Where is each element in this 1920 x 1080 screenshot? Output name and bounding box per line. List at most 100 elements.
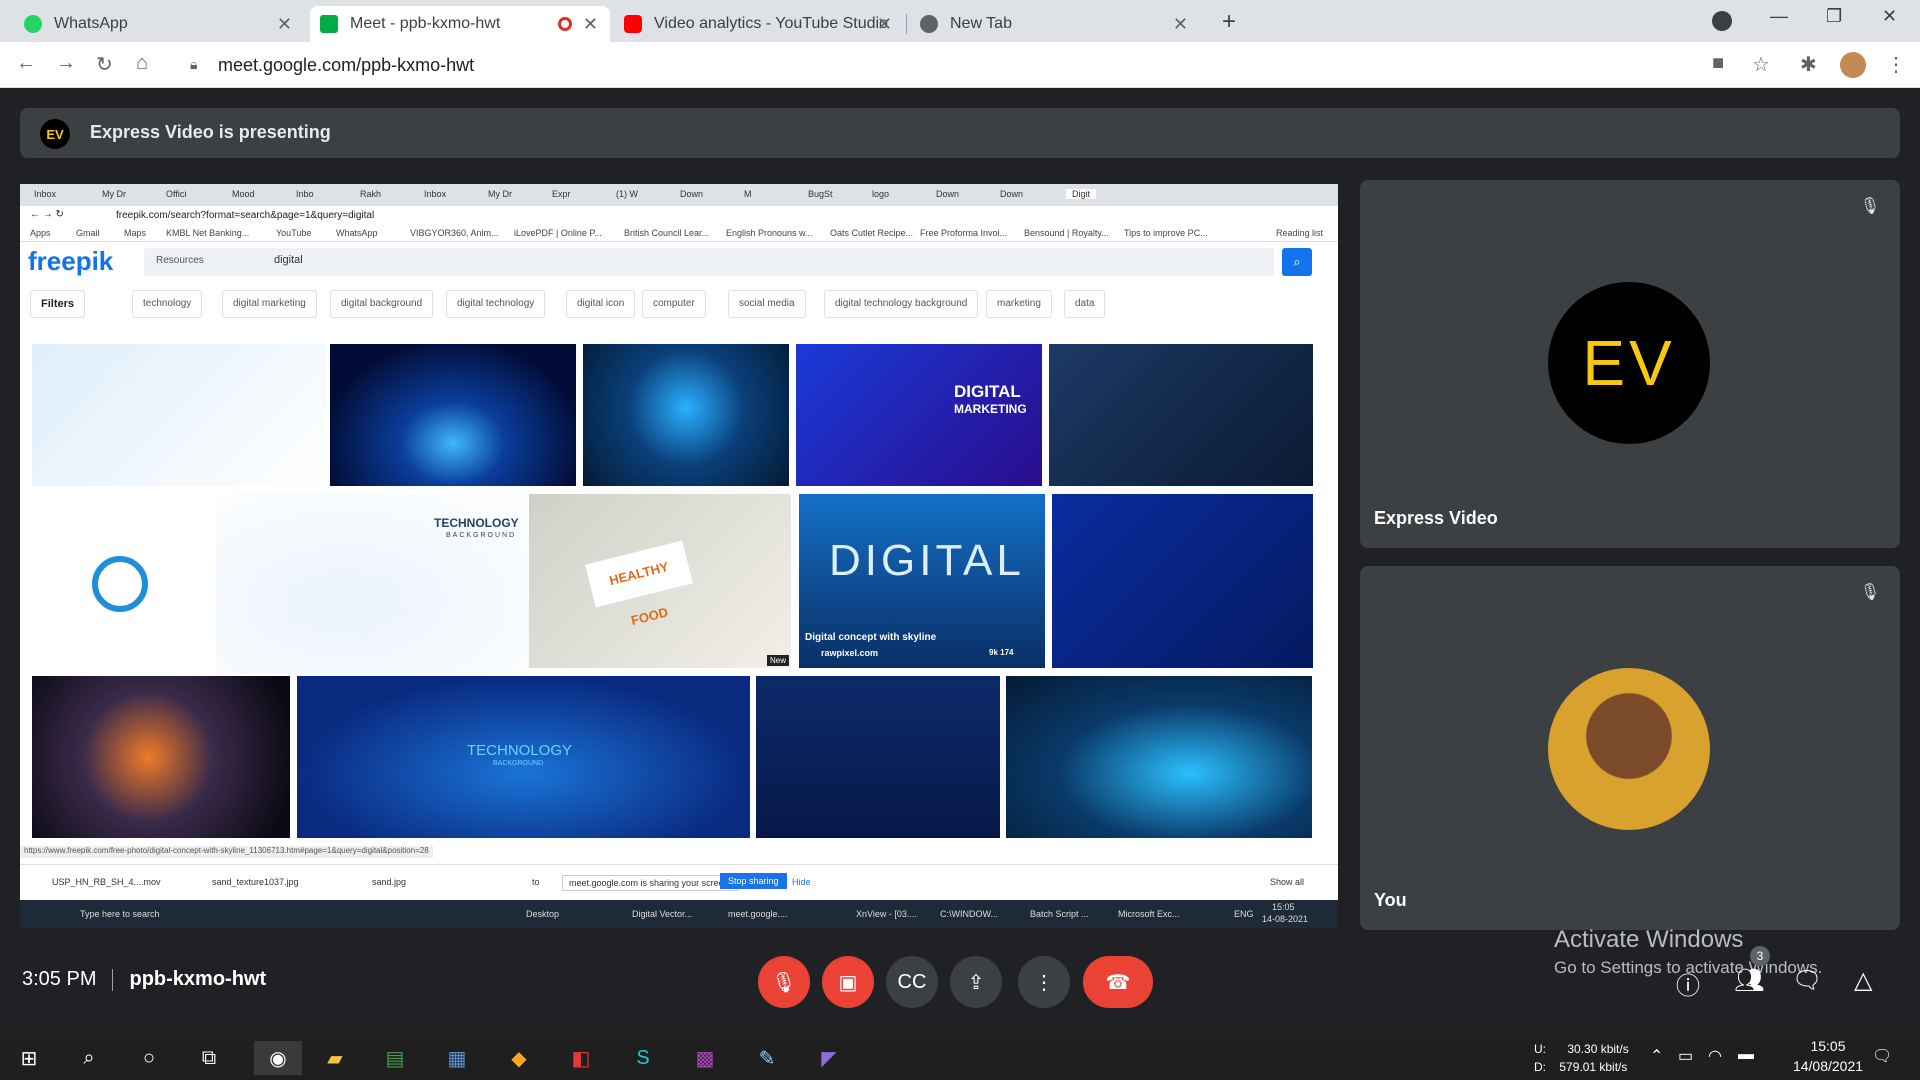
bookmark: Free Proforma Invoi... <box>920 228 1008 238</box>
app-icon[interactable]: ▦ <box>440 1041 474 1075</box>
app-icon[interactable]: ▩ <box>688 1041 722 1075</box>
presenting-banner: EV Express Video is presenting <box>20 108 1900 158</box>
battery-icon[interactable]: ▬ <box>1738 1046 1754 1064</box>
restore-button[interactable]: ❐ <box>1826 6 1842 27</box>
tab-title: Meet - ppb-kxmo-hwt <box>350 15 501 32</box>
mic-off-button[interactable]: 🎙︎ <box>758 956 810 1008</box>
app-icon[interactable]: ✎ <box>750 1041 784 1075</box>
network-illustration <box>92 556 148 612</box>
inner-tab: My Dr <box>102 189 126 199</box>
clock-date: 14/08/2021 <box>1792 1058 1864 1074</box>
download-item: sand.jpg <box>372 877 407 887</box>
excel-icon[interactable]: ▤ <box>378 1041 412 1075</box>
inner-taskbar-item: Digital Vector... <box>632 909 693 919</box>
profile-avatar[interactable] <box>1840 52 1866 78</box>
meeting-time: 3:05 PM <box>22 968 97 990</box>
bookmark: British Council Lear... <box>624 228 710 238</box>
tab-youtube-studio[interactable]: Video analytics - YouTube Studio ✕ <box>614 6 904 42</box>
result-image: HEALTHY FOOD New <box>529 494 791 668</box>
tab-whatsapp[interactable]: WhatsApp ✕ <box>14 6 304 42</box>
close-tab-icon[interactable]: ✕ <box>583 14 598 35</box>
close-window-button[interactable]: ✕ <box>1882 6 1897 27</box>
search-icon: ⌕ <box>1282 248 1312 276</box>
inner-tab: M <box>744 189 752 199</box>
lock-icon[interactable]: 🔒︎ <box>190 56 197 73</box>
inner-bookmarks-bar: Apps Gmail Maps KMBL Net Banking... YouT… <box>20 226 1338 242</box>
bookmark: VIBGYOR360, Anim... <box>410 228 499 238</box>
app-icon[interactable]: ◧ <box>564 1041 598 1075</box>
app-icon[interactable]: ◆ <box>502 1041 536 1075</box>
cortana-icon[interactable]: ○ <box>132 1041 166 1075</box>
chevron-up-icon[interactable]: ⌃ <box>1650 1046 1663 1066</box>
mic-muted-icon: 🎙︎ <box>1859 584 1881 601</box>
inner-taskbar-lang: ENG <box>1234 909 1254 919</box>
presenter-avatar: EV <box>40 119 70 149</box>
bookmark: Reading list <box>1276 228 1324 238</box>
visual-studio-icon[interactable]: ◤ <box>812 1041 846 1075</box>
tray-icon[interactable]: ▭ <box>1678 1046 1693 1066</box>
close-tab-icon[interactable]: ✕ <box>277 14 292 35</box>
info-icon[interactable]: ⓘ <box>1676 966 1700 1001</box>
sharing-notice: meet.google.com is sharing your screen. <box>562 875 739 891</box>
download-item: sand_texture1037.jpg <box>212 877 299 887</box>
new-tab-button[interactable]: + <box>1222 8 1236 36</box>
menu-icon[interactable]: ⋮ <box>1886 52 1906 77</box>
windows-start-icon[interactable]: ⊞ <box>12 1041 46 1075</box>
captions-button[interactable]: CC <box>886 956 938 1008</box>
task-view-icon[interactable]: ⧉ <box>192 1041 226 1075</box>
net-down: 579.01 kbit/s <box>1559 1060 1628 1074</box>
chip: Filters <box>30 290 86 318</box>
leave-call-button[interactable]: ☎︎ <box>1083 956 1153 1008</box>
more-options-button[interactable]: ⋮ <box>1018 956 1070 1008</box>
inner-status-url: https://www.freepik.com/free-photo/digit… <box>20 846 433 858</box>
system-clock[interactable]: 15:05 14/08/2021 <box>1788 1036 1868 1076</box>
close-tab-icon[interactable]: ✕ <box>877 14 892 35</box>
result-image <box>756 676 1000 838</box>
result-image <box>583 344 789 486</box>
search-icon[interactable]: ⌕ <box>72 1041 106 1075</box>
inner-taskbar-item: meet.google.... <box>728 909 788 919</box>
tab-new-tab[interactable]: New Tab ✕ <box>910 6 1200 42</box>
people-icon[interactable]: 👥︎ <box>1734 966 1764 995</box>
bookmark: Bensound | Royalty... <box>1024 228 1109 238</box>
close-tab-icon[interactable]: ✕ <box>1173 14 1188 35</box>
inner-taskbar-date: 14-08-2021 <box>1262 914 1309 924</box>
camera-icon[interactable]: ■ <box>1712 52 1724 75</box>
participant-tile-express-video[interactable]: 🎙︎ EV Express Video <box>1360 180 1900 548</box>
participant-tile-you[interactable]: 🎙︎ You <box>1360 566 1900 930</box>
inner-tab: Expr <box>552 189 571 199</box>
inner-tab: My Dr <box>488 189 512 199</box>
notifications-icon[interactable]: 🗨︎ <box>1872 1046 1892 1066</box>
file-explorer-icon[interactable]: ▰ <box>318 1041 352 1075</box>
minimize-button[interactable]: — <box>1770 6 1788 27</box>
star-icon[interactable]: ☆ <box>1752 52 1770 77</box>
back-icon[interactable]: ← <box>16 52 36 75</box>
chat-icon[interactable]: 🗨︎ <box>1792 966 1822 995</box>
app-icon[interactable]: S <box>626 1041 660 1075</box>
bookmark: KMBL Net Banking... <box>166 228 250 238</box>
image-text: DIGITAL <box>954 382 1021 401</box>
result-image <box>1006 676 1312 838</box>
reload-icon[interactable]: ↻ <box>96 52 113 77</box>
result-image <box>32 494 212 674</box>
url-text[interactable]: meet.google.com/ppb-kxmo-hwt <box>218 55 474 76</box>
inner-tab: Down <box>1000 189 1024 199</box>
activities-icon[interactable]: △ <box>1854 966 1872 995</box>
clock-time: 15:05 <box>1810 1038 1846 1054</box>
inner-address-bar: ← → ↻ freepik.com/search?format=search&p… <box>20 206 1338 226</box>
extensions-icon[interactable]: ✱ <box>1800 52 1817 77</box>
camera-off-button[interactable]: ▣ <box>822 956 874 1008</box>
chip: digital background <box>330 290 434 318</box>
tab-search-icon[interactable] <box>1712 11 1732 31</box>
wifi-icon[interactable]: ◠ <box>1708 1046 1722 1066</box>
inner-tab: Mood <box>232 189 255 199</box>
tab-title: WhatsApp <box>54 15 128 32</box>
address-bar[interactable]: 🔒︎ meet.google.com/ppb-kxmo-hwt <box>178 48 1698 82</box>
chip: social media <box>728 290 806 318</box>
tab-meet[interactable]: Meet - ppb-kxmo-hwt ✕ <box>310 6 610 42</box>
image-text: TECHNOLOGY <box>434 516 519 530</box>
chrome-taskbar-icon[interactable]: ◉ <box>254 1041 302 1075</box>
forward-icon[interactable]: → <box>56 52 76 75</box>
home-icon[interactable]: ⌂ <box>136 52 148 75</box>
present-button[interactable]: ⇪ <box>950 956 1002 1008</box>
